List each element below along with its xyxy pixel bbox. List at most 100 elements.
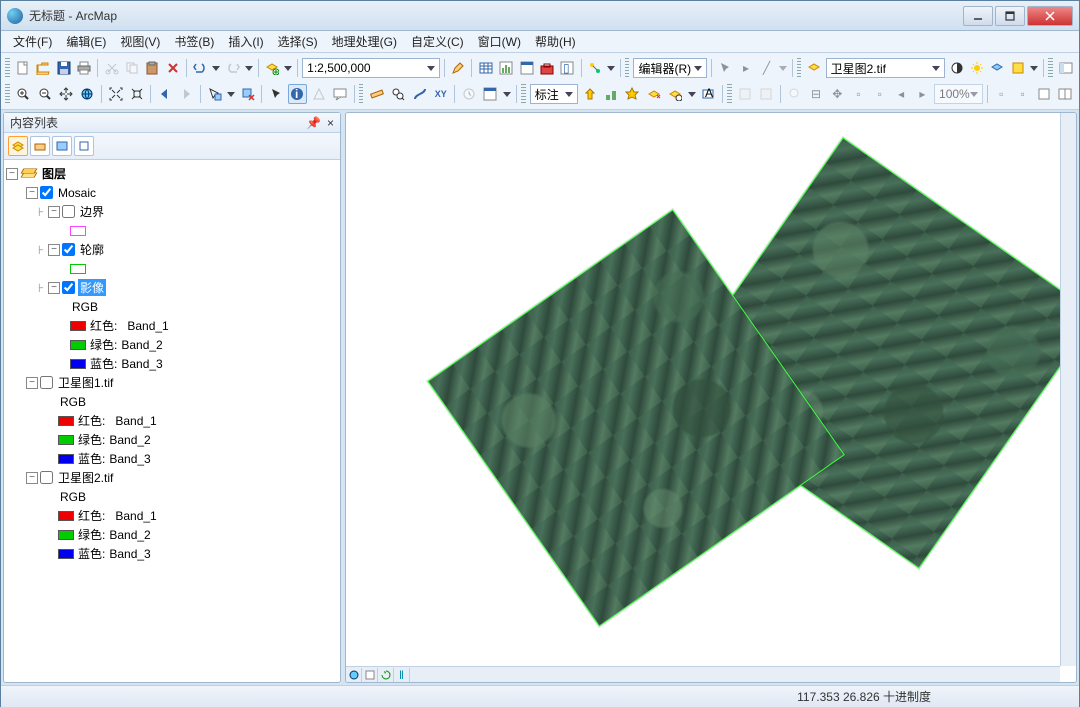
dra-icon[interactable] — [988, 58, 1006, 78]
select-menu-icon[interactable] — [226, 84, 236, 104]
layer-checkbox[interactable] — [62, 281, 75, 294]
pan-icon[interactable] — [56, 84, 75, 104]
add-data-menu-icon[interactable] — [283, 58, 293, 78]
toolbar-handle[interactable] — [521, 84, 526, 104]
scale-combo[interactable]: 1:2,500,000 — [302, 58, 440, 78]
data-view-icon[interactable] — [346, 668, 362, 682]
label-pause-icon[interactable] — [644, 84, 663, 104]
toc-tab-visibility[interactable] — [52, 136, 72, 156]
measure-icon[interactable] — [367, 84, 386, 104]
edit-vertices-icon[interactable]: ▸ — [737, 58, 755, 78]
toc-tab-source[interactable] — [30, 136, 50, 156]
data-driven-icon[interactable] — [1056, 84, 1075, 104]
expand-icon[interactable]: − — [48, 282, 60, 294]
model-menu-icon[interactable] — [606, 58, 616, 78]
undo-menu-icon[interactable] — [211, 58, 221, 78]
annotation-combo[interactable]: 标注 — [530, 84, 578, 104]
toolbar-handle[interactable] — [5, 58, 10, 78]
edit-tool-icon[interactable] — [716, 58, 734, 78]
layout-prev-icon[interactable]: ◂ — [891, 84, 910, 104]
select-features-icon[interactable] — [205, 84, 224, 104]
add-data-icon[interactable] — [263, 58, 281, 78]
expand-icon[interactable]: − — [48, 244, 60, 256]
layer-checkbox[interactable] — [40, 471, 53, 484]
copy-icon[interactable] — [123, 58, 141, 78]
find-route-icon[interactable] — [410, 84, 429, 104]
layout-pan-icon[interactable]: ✥ — [828, 84, 847, 104]
menu-select[interactable]: 选择(S) — [272, 31, 324, 52]
editor-toolbar-icon[interactable] — [449, 58, 467, 78]
layer-image[interactable]: 影像 — [78, 279, 106, 296]
layer-mosaic[interactable]: Mosaic — [56, 186, 98, 200]
cut-icon[interactable] — [102, 58, 120, 78]
transparency-icon[interactable] — [1009, 58, 1027, 78]
layer-checkbox[interactable] — [40, 186, 53, 199]
layer-boundary[interactable]: 边界 — [78, 203, 106, 220]
redo-icon[interactable] — [223, 58, 241, 78]
python-icon[interactable]: ▯ — [558, 58, 576, 78]
hyperlink-icon[interactable] — [309, 84, 328, 104]
label-lock-icon[interactable] — [623, 84, 642, 104]
html-popup-icon[interactable] — [330, 84, 349, 104]
goto-xy-icon[interactable]: XY — [431, 84, 450, 104]
minimize-button[interactable] — [963, 6, 993, 26]
full-extent-icon[interactable] — [78, 84, 97, 104]
new-doc-icon[interactable] — [14, 58, 32, 78]
toc-tab-selection[interactable] — [74, 136, 94, 156]
print-icon[interactable] — [75, 58, 93, 78]
layer-footprint[interactable]: 轮廓 — [78, 241, 106, 258]
layer-combo[interactable]: 卫星图2.tif — [826, 58, 946, 78]
layer-sat1[interactable]: 卫星图1.tif — [56, 374, 115, 391]
layout-100-icon[interactable]: ▫ — [870, 84, 889, 104]
layout-view-icon[interactable] — [362, 668, 378, 682]
toolbar-handle[interactable] — [359, 84, 364, 104]
label-view-unplaced-icon[interactable] — [665, 84, 684, 104]
menu-bookmarks[interactable]: 书签(B) — [168, 31, 220, 52]
menu-geoprocessing[interactable]: 地理处理(G) — [326, 31, 403, 52]
transp-menu-icon[interactable] — [1029, 58, 1039, 78]
expand-icon[interactable]: − — [26, 187, 38, 199]
label-convert-icon[interactable]: A — [699, 84, 718, 104]
toc-tree[interactable]: −图层 −Mosaic ⊦−边界 ⊦−轮廓 ⊦−影像 RGB 红色:Band_1… — [4, 160, 340, 682]
expand-icon[interactable]: − — [26, 472, 38, 484]
pin-icon[interactable]: 📌 — [306, 116, 321, 130]
layout-pct-combo[interactable]: 100% — [934, 84, 983, 104]
toolbar-handle[interactable] — [1048, 58, 1053, 78]
model-builder-icon[interactable] — [586, 58, 604, 78]
window-list-icon[interactable] — [517, 58, 535, 78]
menu-customize[interactable]: 自定义(C) — [405, 31, 470, 52]
layout-whole-icon[interactable]: ▫ — [849, 84, 868, 104]
paste-icon[interactable] — [143, 58, 161, 78]
editor-combo[interactable]: 编辑器(R) — [633, 58, 707, 78]
menu-help[interactable]: 帮助(H) — [529, 31, 582, 52]
time-slider-icon[interactable] — [459, 84, 478, 104]
table-icon[interactable] — [476, 58, 494, 78]
delete-icon[interactable] — [164, 58, 182, 78]
menu-edit[interactable]: 编辑(E) — [60, 31, 112, 52]
edit-straight-icon[interactable]: ╱ — [757, 58, 775, 78]
menu-view[interactable]: 视图(V) — [114, 31, 166, 52]
scrollbar-vertical[interactable] — [1060, 113, 1076, 666]
next-extent-icon[interactable] — [177, 84, 196, 104]
zoom-out-icon[interactable] — [35, 84, 54, 104]
pause-draw-icon[interactable]: ‖ — [394, 668, 410, 682]
toolbar-handle[interactable] — [5, 84, 10, 104]
layer-select-icon[interactable] — [805, 58, 823, 78]
refresh-icon[interactable] — [378, 668, 394, 682]
label-priority-icon[interactable] — [580, 84, 599, 104]
menu-window[interactable]: 窗口(W) — [472, 31, 527, 52]
label-weight-icon[interactable] — [601, 84, 620, 104]
layout-zoom-out-icon[interactable]: ⊟ — [806, 84, 825, 104]
close-button[interactable] — [1027, 6, 1073, 26]
layer-checkbox[interactable] — [62, 243, 75, 256]
undo-icon[interactable] — [191, 58, 209, 78]
fixed-zoomout-icon[interactable] — [127, 84, 146, 104]
toolbar-handle[interactable] — [727, 84, 732, 104]
layer-checkbox[interactable] — [62, 205, 75, 218]
edit-menu-icon[interactable] — [778, 58, 788, 78]
zoom-in-icon[interactable] — [14, 84, 33, 104]
pointer-icon[interactable] — [266, 84, 285, 104]
symbol-swatch[interactable] — [70, 226, 86, 236]
symbol-swatch[interactable] — [70, 264, 86, 274]
open-icon[interactable] — [34, 58, 52, 78]
